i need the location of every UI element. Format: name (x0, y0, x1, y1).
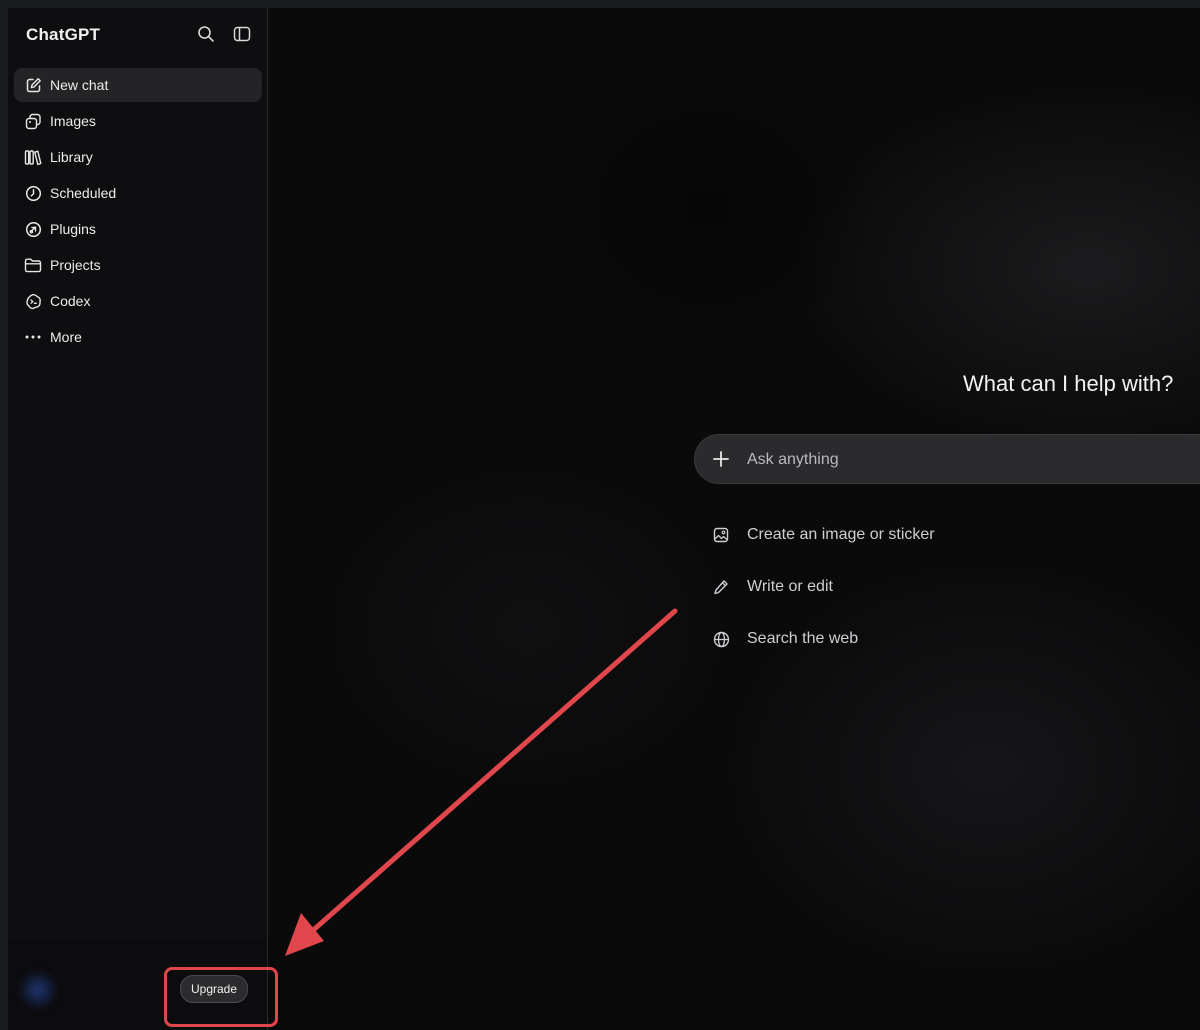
avatar[interactable] (18, 970, 58, 1010)
sidebar-item-plugins[interactable]: Plugins (14, 212, 262, 246)
sidebar-item-label: Codex (50, 293, 91, 309)
sidebar-item-label: New chat (50, 77, 109, 93)
suggestion-write-edit[interactable]: Write or edit (712, 572, 992, 602)
toggle-sidebar-icon[interactable] (232, 24, 252, 44)
sidebar-item-label: Projects (50, 257, 101, 273)
suggestion-label: Search the web (747, 630, 859, 647)
page-title: What can I help with? (963, 371, 1174, 396)
prompt-input[interactable] (745, 445, 1169, 475)
suggestion-search-web[interactable]: Search the web (712, 624, 992, 654)
sidebar-header: ChatGPT (8, 8, 267, 60)
sidebar-item-label: Images (50, 113, 96, 129)
sidebar-item-library[interactable]: Library (14, 140, 262, 174)
sidebar-item-label: More (50, 329, 82, 345)
suggestion-label: Create an image or sticker (747, 526, 935, 543)
globe-icon (712, 630, 730, 648)
sidebar-item-codex[interactable]: Codex (14, 284, 262, 318)
compose-icon (24, 76, 42, 94)
clock-icon (24, 184, 42, 202)
plus-icon[interactable] (711, 449, 731, 469)
plugins-icon (24, 220, 42, 238)
sidebar-item-new-chat[interactable]: New chat (14, 68, 262, 102)
annotation-highlight-box (164, 967, 278, 1027)
sidebar: ChatGPT New chat Images Library Schedule… (8, 8, 268, 1030)
app-window: ChatGPT New chat Images Library Schedule… (8, 8, 1200, 1030)
brand-title[interactable]: ChatGPT (26, 25, 100, 45)
sidebar-item-scheduled[interactable]: Scheduled (14, 176, 262, 210)
composer (694, 434, 1200, 484)
sidebar-item-projects[interactable]: Projects (14, 248, 262, 282)
search-icon[interactable] (196, 24, 216, 44)
sidebar-item-label: Scheduled (50, 185, 117, 201)
suggestion-label: Write or edit (747, 578, 833, 595)
sidebar-item-label: Plugins (50, 221, 96, 237)
sidebar-item-more[interactable]: More (14, 320, 262, 354)
sidebar-item-images[interactable]: Images (14, 104, 262, 138)
codex-icon (24, 292, 42, 310)
image-icon (712, 526, 730, 544)
sidebar-nav: New chat Images Library Scheduled Plugin… (14, 68, 262, 356)
folder-icon (24, 256, 42, 274)
images-icon (24, 112, 42, 130)
sidebar-item-label: Library (50, 149, 93, 165)
library-icon (24, 148, 42, 166)
pencil-icon (712, 578, 730, 596)
more-icon (24, 328, 42, 346)
suggestion-create-image[interactable]: Create an image or sticker (712, 520, 992, 550)
